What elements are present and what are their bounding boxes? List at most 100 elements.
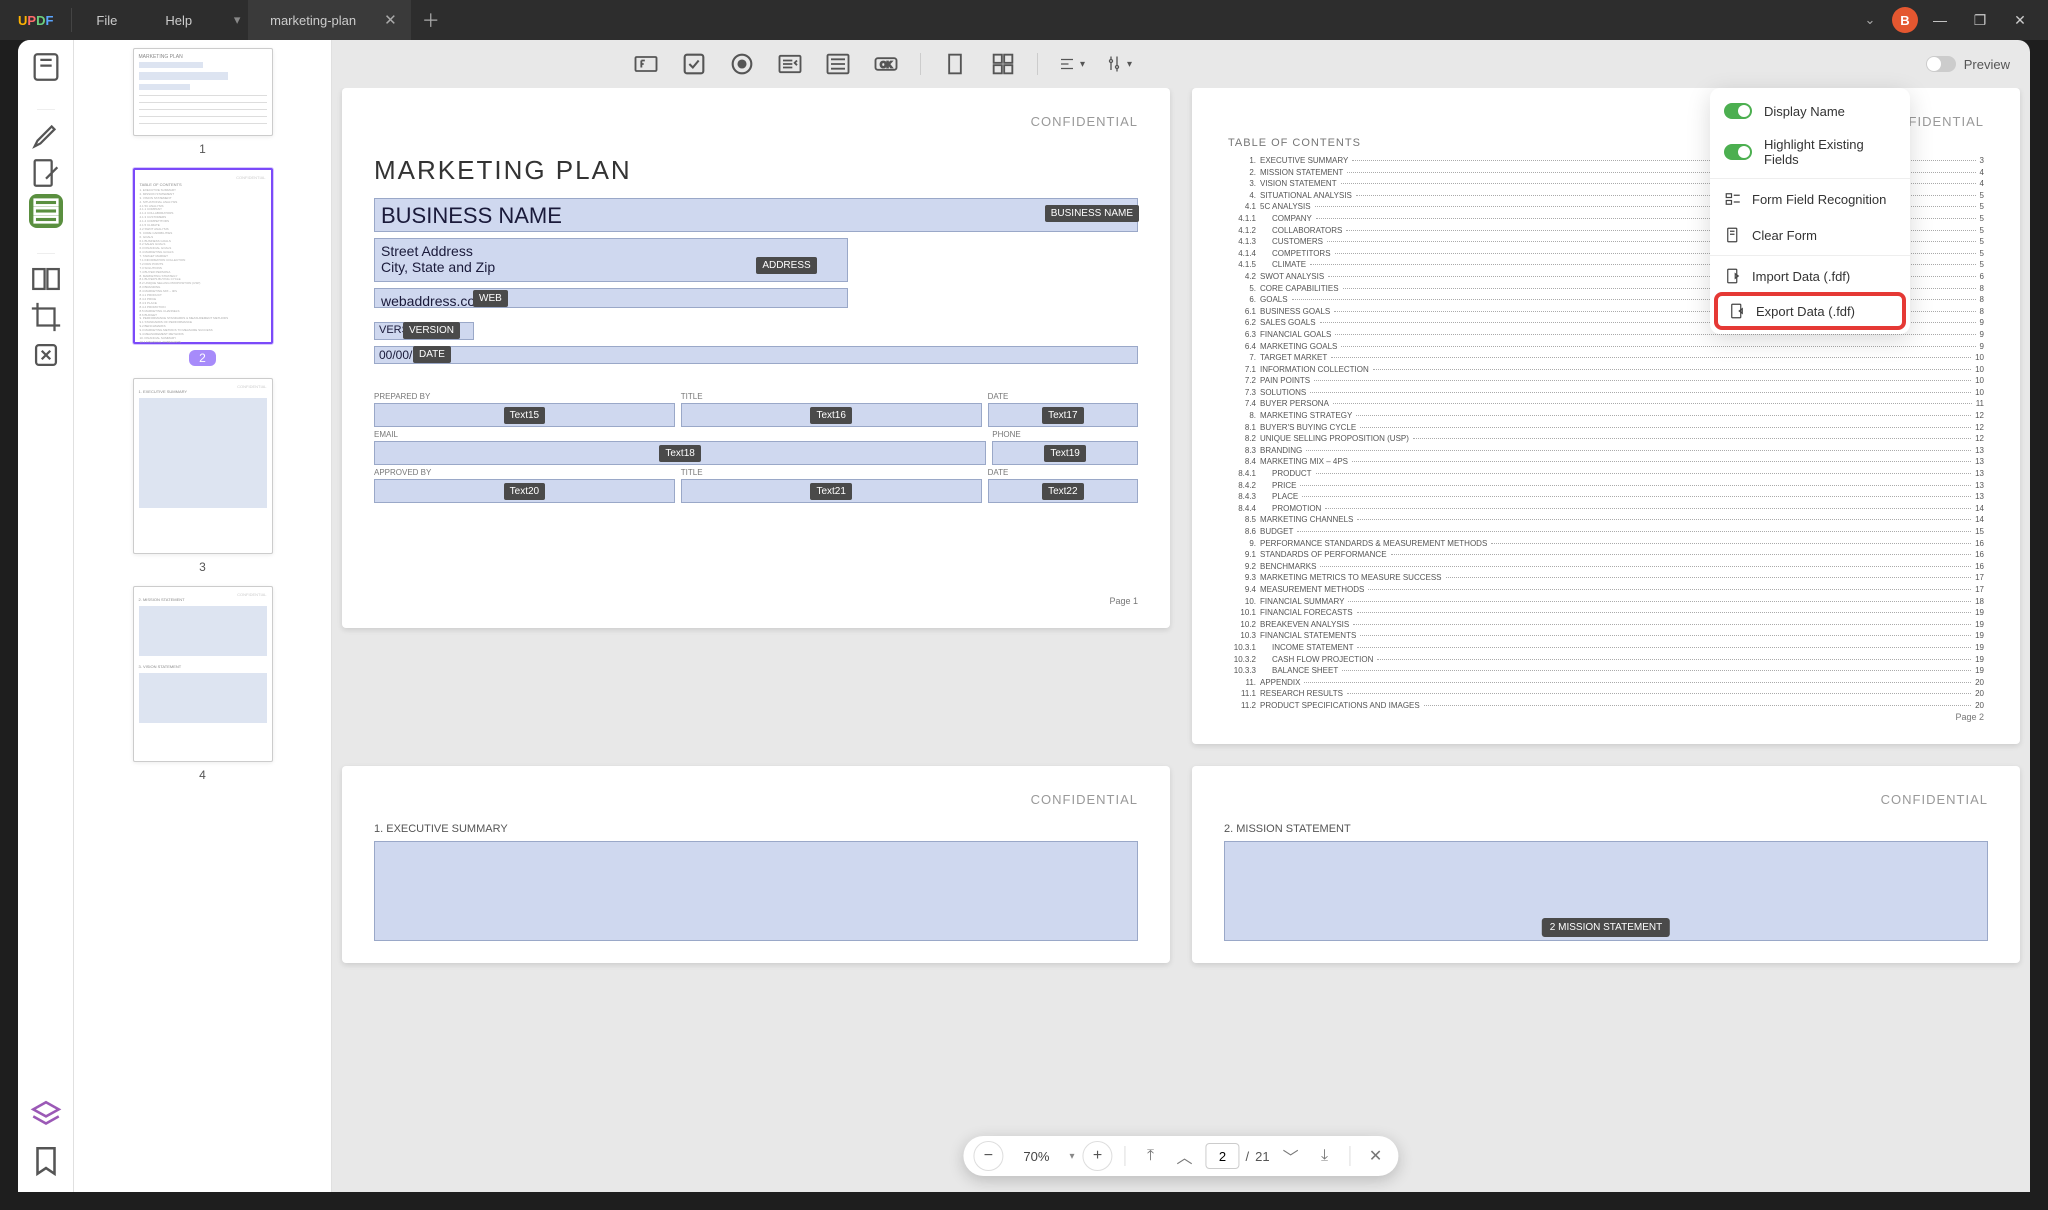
new-tab-button[interactable]: ＋	[411, 0, 451, 40]
grid-pages-icon[interactable]	[989, 50, 1017, 78]
prep-date-field[interactable]: Text17	[988, 403, 1138, 427]
tab-close-icon[interactable]: ✕	[384, 11, 397, 29]
business-name-field[interactable]: BUSINESS NAME BUSINESS NAME	[374, 198, 1138, 232]
maximize-button[interactable]: ❐	[1962, 2, 1998, 38]
dd-highlight-fields[interactable]: Highlight Existing Fields	[1710, 128, 1910, 176]
field-tag: ADDRESS	[756, 257, 816, 274]
zoom-dropdown-icon[interactable]: ▾	[1069, 1151, 1074, 1162]
single-page-icon[interactable]	[941, 50, 969, 78]
thumbnail-panel[interactable]: MARKETING PLAN 1 CONFIDENTIAL TABLE OF C…	[74, 40, 332, 1192]
title2-field[interactable]: Text21	[681, 479, 982, 503]
field-tag: WEB	[473, 290, 508, 307]
list-tool-icon[interactable]	[824, 50, 852, 78]
tab-label: marketing-plan	[270, 13, 356, 28]
tab-bar: ▾ marketing-plan ✕ ＋	[226, 0, 451, 40]
workspace: OK ▾ ▾ Preview Display Name Highlight E	[332, 40, 2030, 1192]
field-tag: VERSION	[403, 322, 460, 339]
dd-import-data[interactable]: Import Data (.fdf)	[1710, 258, 1910, 294]
dd-clear-form[interactable]: Clear Form	[1710, 217, 1910, 253]
crop-icon[interactable]	[29, 300, 63, 334]
clear-icon	[1724, 226, 1742, 244]
dd-export-data[interactable]: Export Data (.fdf)	[1714, 292, 1906, 330]
text-field-tool-icon[interactable]	[632, 50, 660, 78]
dd-field-recognition[interactable]: Form Field Recognition	[1710, 181, 1910, 217]
total-pages: 21	[1255, 1149, 1269, 1164]
date-field[interactable]: 00/00/ DATE	[374, 346, 1138, 364]
prepared-by-field[interactable]: Text15	[374, 403, 675, 427]
manage-pages-icon[interactable]	[29, 262, 63, 296]
dropdown-tool-icon[interactable]	[776, 50, 804, 78]
dd-display-name[interactable]: Display Name	[1710, 94, 1910, 128]
title-bar: UPDF File Help ▾ marketing-plan ✕ ＋ ⌄ B …	[0, 0, 2048, 40]
form-tools-icon[interactable]	[29, 194, 63, 228]
reader-icon[interactable]	[29, 50, 63, 84]
close-button[interactable]: ✕	[2002, 2, 2038, 38]
checkbox-tool-icon[interactable]	[680, 50, 708, 78]
title-field[interactable]: Text16	[681, 403, 982, 427]
button-tool-icon[interactable]: OK	[872, 50, 900, 78]
thumb-4-label: 4	[199, 768, 206, 782]
layers-icon[interactable]	[29, 1098, 63, 1132]
version-field[interactable]: VERS VERSION	[374, 322, 474, 340]
highlighter-icon[interactable]	[29, 118, 63, 152]
radio-tool-icon[interactable]	[728, 50, 756, 78]
field-tag: 2 MISSION STATEMENT	[1542, 918, 1670, 937]
align-tool[interactable]: ▾	[1058, 55, 1085, 73]
menu-help[interactable]: Help	[141, 13, 216, 28]
settings-tool-icon[interactable]: ▾	[1105, 55, 1132, 73]
recognition-icon	[1724, 190, 1742, 208]
app-body: MARKETING PLAN 1 CONFIDENTIAL TABLE OF C…	[18, 40, 2030, 1192]
document-tab[interactable]: marketing-plan ✕	[248, 0, 411, 40]
minimize-button[interactable]: —	[1922, 2, 1958, 38]
window-controls: ⌄ B — ❐ ✕	[1852, 2, 2048, 38]
avatar[interactable]: B	[1892, 7, 1918, 33]
confidential-label: CONFIDENTIAL	[374, 114, 1138, 129]
page-4: CONFIDENTIAL 2. MISSION STATEMENT 2 MISS…	[1192, 766, 2020, 963]
thumb-2-label: 2	[189, 350, 216, 366]
phone-field[interactable]: Text19	[992, 441, 1138, 465]
page-1: CONFIDENTIAL MARKETING PLAN BUSINESS NAM…	[342, 88, 1170, 628]
bookmark-icon[interactable]	[29, 1144, 63, 1178]
edit-page-icon[interactable]	[29, 156, 63, 190]
thumb-1[interactable]: MARKETING PLAN 1	[74, 48, 331, 156]
thumb-3[interactable]: CONFIDENTIAL 1. EXECUTIVE SUMMARY 3	[74, 378, 331, 574]
last-page-icon[interactable]: ⤓	[1312, 1143, 1338, 1169]
form-settings-dropdown: Display Name Highlight Existing Fields F…	[1710, 88, 1910, 334]
approved-by-field[interactable]: Text20	[374, 479, 675, 503]
watermark-icon[interactable]	[29, 338, 63, 372]
preview-toggle[interactable]	[1926, 56, 1956, 72]
toggle-on-icon[interactable]	[1724, 103, 1752, 119]
thumb-4[interactable]: CONFIDENTIAL 2. MISSION STATEMENT 3. VIS…	[74, 586, 331, 782]
left-rail	[18, 40, 74, 1192]
zoom-in-button[interactable]: +	[1082, 1141, 1112, 1171]
web-field[interactable]: webaddress.com WEB	[374, 288, 848, 308]
address-field[interactable]: Street Address City, State and Zip ADDRE…	[374, 238, 848, 282]
field-tag: BUSINESS NAME	[1045, 205, 1139, 222]
current-page-input[interactable]	[1205, 1143, 1239, 1169]
zoom-level[interactable]: 70%	[1011, 1149, 1061, 1164]
svg-text:OK: OK	[880, 61, 892, 70]
export-icon	[1728, 302, 1746, 320]
confidential-label: CONFIDENTIAL	[374, 792, 1138, 807]
thumb-1-label: 1	[199, 142, 206, 156]
page-number: Page 1	[374, 596, 1138, 606]
next-page-icon[interactable]: ﹀	[1278, 1143, 1304, 1169]
form-toolbar: OK ▾ ▾ Preview	[332, 40, 2030, 88]
thumb-2[interactable]: CONFIDENTIAL TABLE OF CONTENTS 1. EXECUT…	[74, 168, 331, 366]
preview-label: Preview	[1964, 57, 2010, 72]
first-page-icon[interactable]: ⤒	[1137, 1143, 1163, 1169]
page-separator: /	[1245, 1149, 1249, 1164]
prev-page-icon[interactable]: ︿	[1171, 1143, 1197, 1169]
appr-date-field[interactable]: Text22	[988, 479, 1138, 503]
exec-summary-field[interactable]	[374, 841, 1138, 941]
email-field[interactable]: Text18	[374, 441, 986, 465]
chevron-down-icon[interactable]: ⌄	[1852, 2, 1888, 38]
thumb-3-label: 3	[199, 560, 206, 574]
confidential-label: CONFIDENTIAL	[1224, 792, 1988, 807]
close-bar-icon[interactable]: ✕	[1363, 1143, 1389, 1169]
toggle-on-icon[interactable]	[1724, 144, 1752, 160]
section-title: 1. EXECUTIVE SUMMARY	[374, 823, 1138, 835]
tab-dropdown-icon[interactable]: ▾	[226, 0, 248, 40]
menu-file[interactable]: File	[72, 13, 141, 28]
zoom-out-button[interactable]: −	[973, 1141, 1003, 1171]
